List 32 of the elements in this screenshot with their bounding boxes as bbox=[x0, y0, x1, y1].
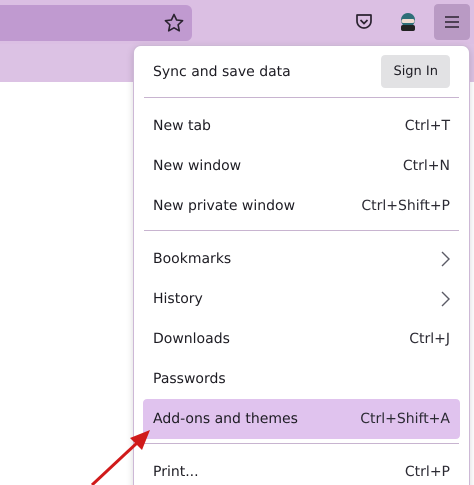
menu-item-label: Print... bbox=[153, 464, 199, 480]
star-icon[interactable] bbox=[164, 13, 184, 33]
menu-item[interactable]: New tab Ctrl+T bbox=[143, 106, 460, 146]
menu-item-label: Downloads bbox=[153, 331, 230, 347]
menu-item-label: Bookmarks bbox=[153, 251, 232, 267]
sync-label: Sync and save data bbox=[153, 64, 291, 80]
menu-item[interactable]: New window Ctrl+N bbox=[143, 146, 460, 186]
shortcut-label: Ctrl+Shift+P bbox=[361, 198, 450, 214]
menu-item-label: New private window bbox=[153, 198, 296, 214]
menu-item-label: New tab bbox=[153, 118, 211, 134]
menu-item[interactable]: New private window Ctrl+Shift+P bbox=[143, 186, 460, 226]
menu-item[interactable]: Bookmarks bbox=[143, 239, 460, 279]
menu-item-label: Passwords bbox=[153, 371, 226, 387]
menu-item[interactable]: Print... Ctrl+P bbox=[143, 452, 460, 485]
menu-item-label: Add-ons and themes bbox=[153, 411, 298, 427]
menu-item-label: History bbox=[153, 291, 203, 307]
menu-icon bbox=[444, 15, 460, 29]
menu-item[interactable]: Add-ons and themes Ctrl+Shift+A bbox=[143, 399, 460, 439]
sign-in-button[interactable]: Sign In bbox=[381, 55, 450, 88]
shortcut-label: Ctrl+N bbox=[402, 158, 450, 174]
menu-button[interactable] bbox=[434, 4, 470, 40]
shortcut-label: Ctrl+Shift+A bbox=[360, 411, 450, 427]
shortcut-label: Ctrl+J bbox=[409, 331, 450, 347]
menu-item-label: New window bbox=[153, 158, 242, 174]
shortcut-label: Ctrl+T bbox=[404, 118, 450, 134]
menu-item[interactable]: Downloads Ctrl+J bbox=[143, 319, 460, 359]
menu-item[interactable]: History bbox=[143, 279, 460, 319]
arrow-annotation bbox=[88, 428, 152, 485]
shortcut-label: Ctrl+P bbox=[404, 464, 450, 480]
pocket-icon[interactable] bbox=[355, 13, 373, 31]
avatar-icon[interactable] bbox=[398, 12, 418, 32]
menu-item[interactable]: Passwords bbox=[143, 359, 460, 399]
